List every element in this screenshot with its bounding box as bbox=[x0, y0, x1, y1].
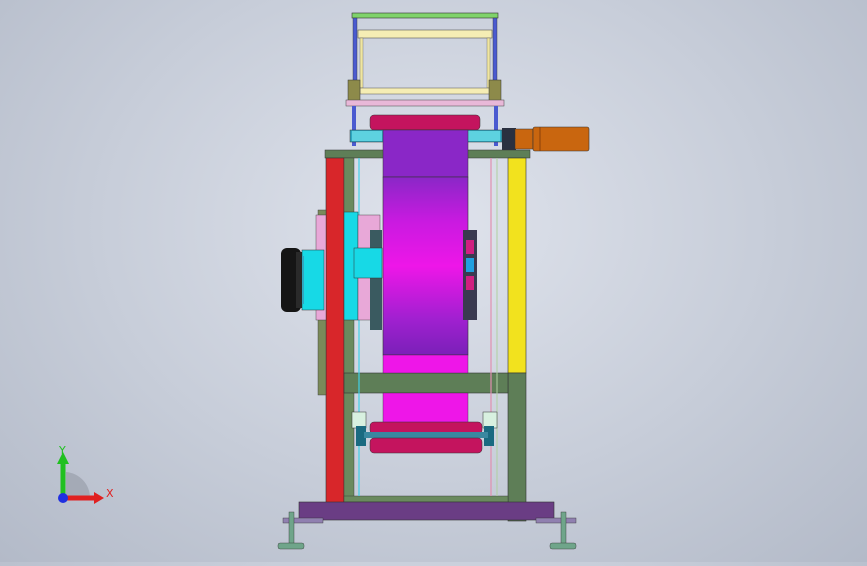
drive-shaft bbox=[502, 126, 590, 152]
motor bbox=[281, 248, 302, 312]
y-axis-label: Y bbox=[58, 444, 66, 457]
coordinate-triad: Y X bbox=[57, 444, 114, 504]
base-plate bbox=[282, 501, 577, 524]
assembly-model[interactable] bbox=[0, 0, 867, 562]
triad-plane-icon bbox=[66, 472, 91, 498]
x-axis-label: X bbox=[106, 487, 114, 500]
z-axis-origin bbox=[58, 493, 68, 503]
3d-viewport[interactable] bbox=[0, 0, 867, 562]
